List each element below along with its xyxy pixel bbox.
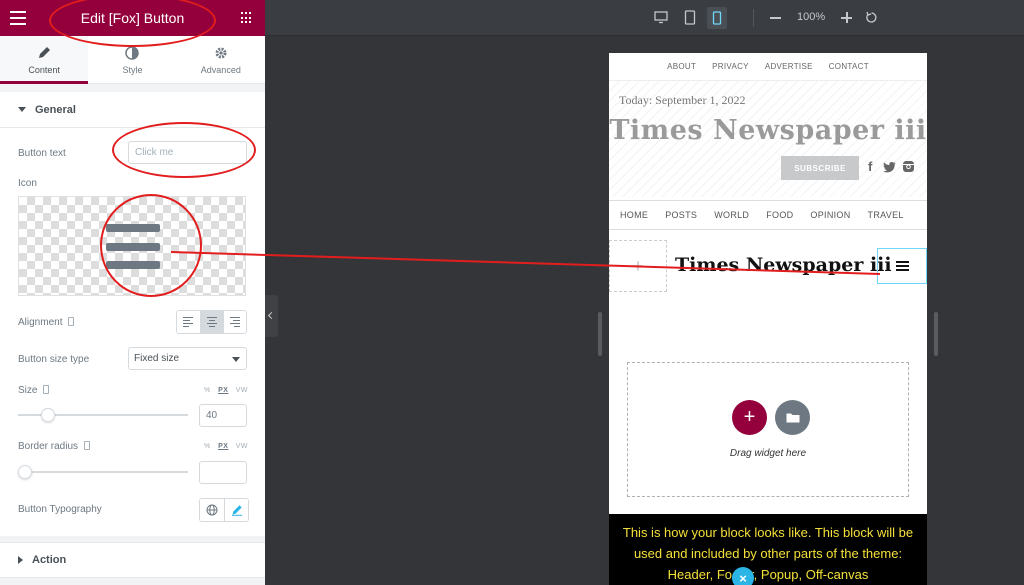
annotation-line [170, 251, 881, 275]
